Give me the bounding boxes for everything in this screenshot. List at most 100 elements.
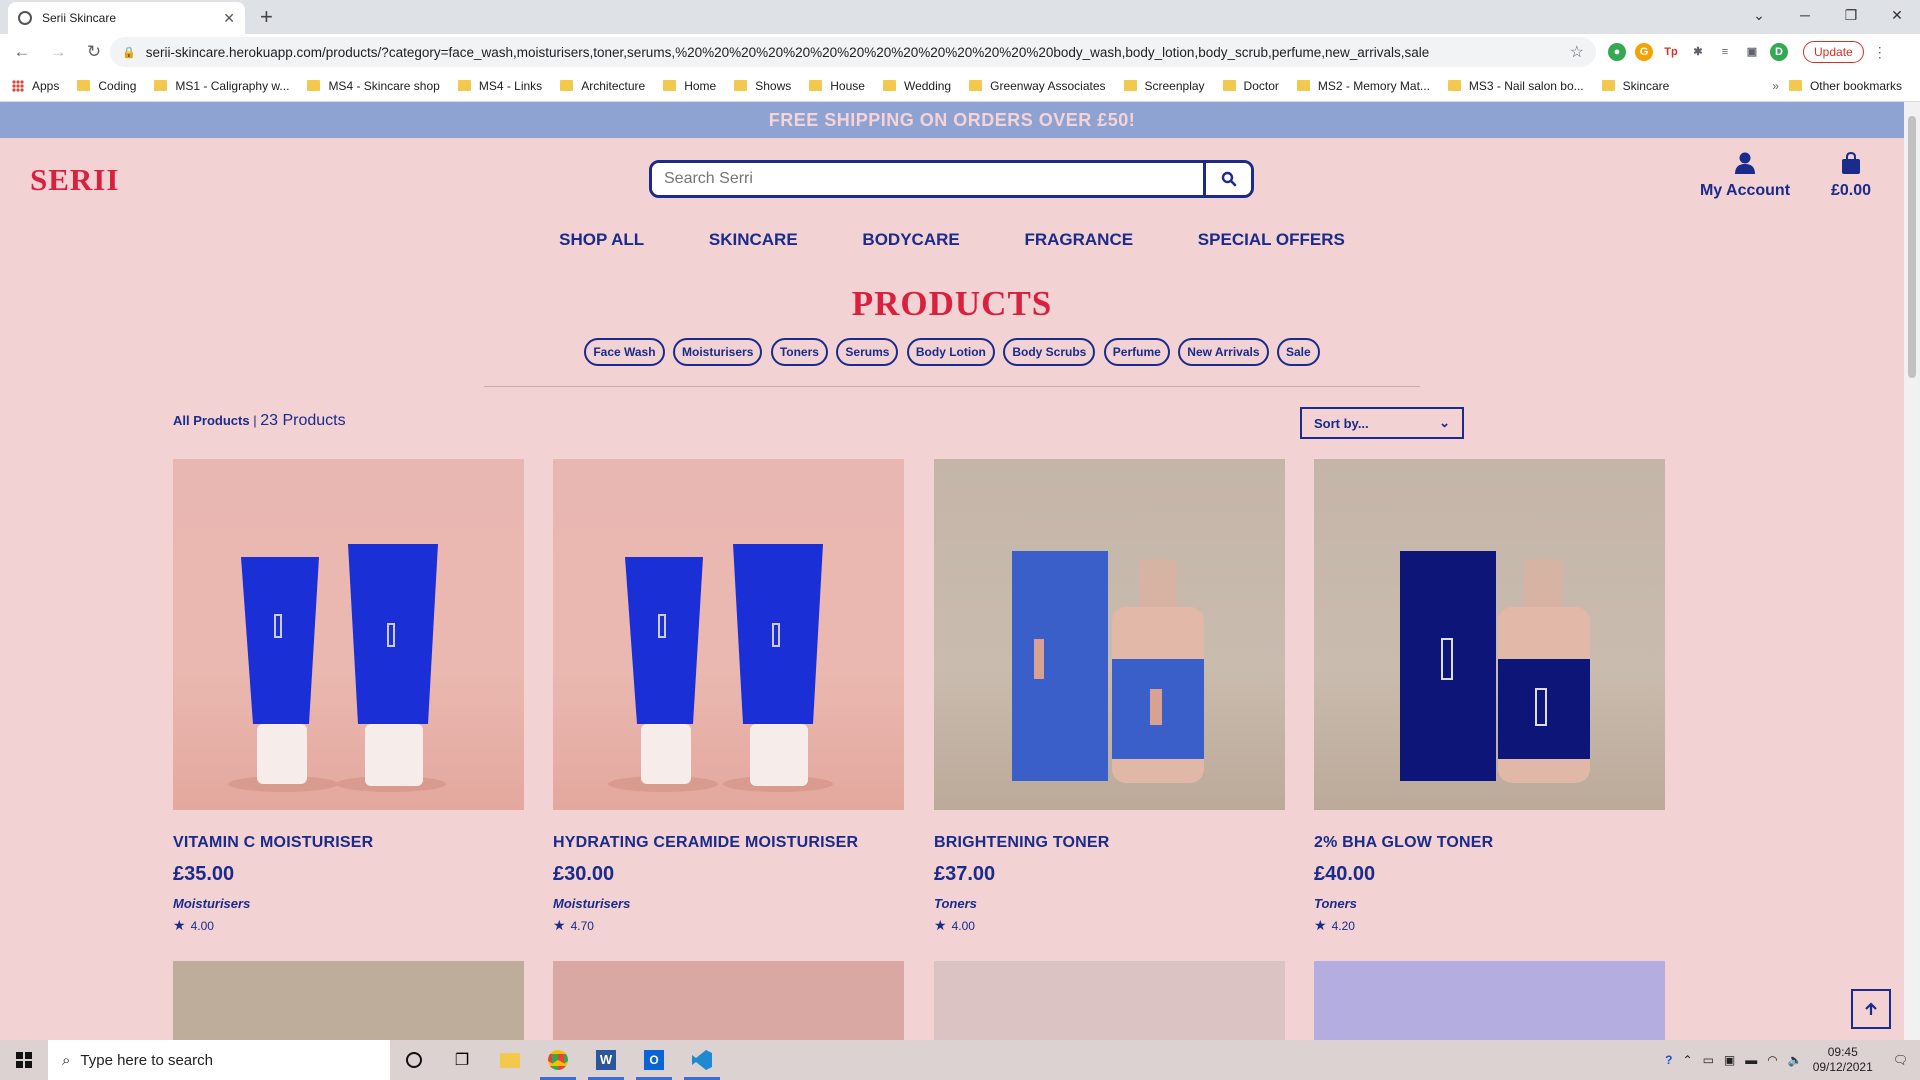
extension-orange-icon[interactable]: G [1635, 43, 1653, 61]
product-card[interactable] [173, 961, 524, 1040]
category-chip-perfume[interactable]: Perfume [1103, 338, 1170, 366]
taskbar-search[interactable]: ⌕ Type here to search [48, 1040, 390, 1080]
reload-button[interactable]: ↻ [80, 42, 108, 62]
page-scrollbar[interactable] [1904, 102, 1920, 1040]
category-chip-face-wash[interactable]: Face Wash [584, 338, 665, 366]
update-button[interactable]: Update [1803, 41, 1864, 63]
product-image[interactable] [173, 961, 524, 1040]
word-icon[interactable]: W [582, 1040, 630, 1080]
extensions-puzzle-icon[interactable]: ✱ [1689, 43, 1707, 61]
cortana-icon[interactable] [390, 1040, 438, 1080]
bookmark-item[interactable]: MS4 - Skincare shop [307, 79, 440, 93]
bookmark-item[interactable]: Doctor [1222, 79, 1279, 93]
search-input[interactable] [652, 163, 1203, 195]
all-products-link[interactable]: All Products [173, 413, 250, 428]
nav-skincare[interactable]: SKINCARE [709, 230, 798, 250]
product-card[interactable]: HYDRATING CERAMIDE MOISTURISER £30.00 Mo… [553, 459, 904, 934]
product-image[interactable] [934, 961, 1285, 1040]
bookmark-item[interactable]: MS1 - Caligraphy w... [154, 79, 289, 93]
product-category[interactable]: Moisturisers [553, 896, 904, 911]
back-button[interactable]: ← [8, 42, 36, 62]
product-card[interactable] [934, 961, 1285, 1040]
meet-icon[interactable]: ▭ [1703, 1053, 1714, 1067]
category-chip-toners[interactable]: Toners [770, 338, 828, 366]
file-explorer-icon[interactable] [486, 1040, 534, 1080]
chevron-up-icon[interactable]: ⌃ [1683, 1053, 1693, 1067]
new-tab-button[interactable]: + [260, 4, 273, 30]
site-logo[interactable]: SERII [30, 162, 119, 198]
product-name[interactable]: 2% BHA GLOW TONER [1314, 834, 1665, 852]
product-category[interactable]: Toners [934, 896, 1285, 911]
product-image[interactable] [173, 459, 524, 810]
category-chip-serums[interactable]: Serums [836, 338, 899, 366]
address-bar[interactable]: 🔒 serii-skincare.herokuapp.com/products/… [110, 37, 1596, 67]
shopping-bag-link[interactable]: £0.00 [1818, 151, 1884, 200]
minimize-button[interactable]: ─ [1782, 0, 1828, 34]
my-account-link[interactable]: My Account [1690, 152, 1800, 200]
extension-tp-icon[interactable]: Tp [1662, 43, 1680, 61]
bookmark-item[interactable]: Greenway Associates [969, 79, 1106, 93]
bookmark-apps[interactable]: Apps [12, 79, 59, 93]
bookmark-item[interactable]: Coding [77, 79, 136, 93]
chrome-icon[interactable] [534, 1040, 582, 1080]
other-bookmarks[interactable]: Other bookmarks [1788, 79, 1902, 93]
bookmark-item[interactable]: Shows [734, 79, 791, 93]
bookmark-star-icon[interactable]: ☆ [1570, 42, 1584, 62]
product-image[interactable] [1314, 459, 1665, 810]
product-card[interactable] [553, 961, 904, 1040]
back-to-top-button[interactable] [1851, 989, 1891, 1029]
clock[interactable]: 09:45 09/12/2021 [1813, 1045, 1873, 1075]
nav-fragrance[interactable]: FRAGRANCE [1024, 230, 1133, 250]
product-image[interactable] [553, 459, 904, 810]
reading-list-icon[interactable]: ≡ [1716, 43, 1734, 61]
outlook-icon[interactable]: O [630, 1040, 678, 1080]
category-chip-new-arrivals[interactable]: New Arrivals [1178, 338, 1269, 366]
product-image[interactable] [934, 459, 1285, 810]
bookmark-item[interactable]: MS4 - Links [457, 79, 542, 93]
scrollbar-thumb[interactable] [1908, 116, 1916, 378]
side-panel-icon[interactable]: ▣ [1743, 43, 1761, 61]
bookmark-item[interactable]: Screenplay [1123, 79, 1205, 93]
product-category[interactable]: Toners [1314, 896, 1665, 911]
category-chip-body-lotion[interactable]: Body Lotion [906, 338, 995, 366]
nav-shop-all[interactable]: SHOP ALL [559, 230, 644, 250]
bookmark-item[interactable]: Architecture [560, 79, 645, 93]
battery-icon[interactable]: ▬ [1745, 1053, 1757, 1067]
product-image[interactable] [553, 961, 904, 1040]
product-name[interactable]: HYDRATING CERAMIDE MOISTURISER [553, 834, 904, 852]
menu-kebab-icon[interactable]: ⋮ [1873, 44, 1887, 61]
nav-bodycare[interactable]: BODYCARE [862, 230, 959, 250]
product-name[interactable]: BRIGHTENING TONER [934, 834, 1285, 852]
bookmark-item[interactable]: Skincare [1601, 79, 1669, 93]
bookmark-item[interactable]: MS3 - Nail salon bo... [1447, 79, 1584, 93]
nav-special-offers[interactable]: SPECIAL OFFERS [1198, 230, 1345, 250]
forward-button[interactable]: → [44, 42, 72, 62]
category-chip-body-scrubs[interactable]: Body Scrubs [1003, 338, 1096, 366]
bookmarks-overflow-icon[interactable]: » [1772, 79, 1779, 93]
category-chip-sale[interactable]: Sale [1277, 338, 1320, 366]
search-button[interactable] [1203, 163, 1251, 195]
product-image[interactable] [1314, 961, 1665, 1040]
wifi-icon[interactable]: ◠ [1767, 1053, 1777, 1067]
bookmark-item[interactable]: Wedding [882, 79, 951, 93]
extension-green-icon[interactable]: ● [1608, 43, 1626, 61]
sort-select[interactable]: Sort by... ⌄ [1300, 407, 1464, 439]
category-chip-moisturisers[interactable]: Moisturisers [673, 338, 763, 366]
bookmark-item[interactable]: MS2 - Memory Mat... [1296, 79, 1430, 93]
tab-search-icon[interactable]: ⌄ [1736, 0, 1782, 34]
task-view-icon[interactable]: ❐ [438, 1040, 486, 1080]
bookmark-item[interactable]: House [809, 79, 865, 93]
notifications-icon[interactable]: 🗨 [1893, 1053, 1908, 1067]
product-card[interactable] [1314, 961, 1665, 1040]
profile-avatar[interactable]: D [1770, 43, 1788, 61]
vscode-icon[interactable] [678, 1040, 726, 1080]
product-name[interactable]: VITAMIN C MOISTURISER [173, 834, 524, 852]
browser-tab[interactable]: Serii Skincare ✕ [8, 2, 245, 34]
close-window-button[interactable]: ✕ [1874, 0, 1920, 34]
help-icon[interactable]: ? [1665, 1053, 1672, 1067]
volume-icon[interactable]: 🔈 [1788, 1053, 1803, 1067]
product-category[interactable]: Moisturisers [173, 896, 524, 911]
display-icon[interactable]: ▣ [1724, 1053, 1735, 1067]
bookmark-item[interactable]: Home [663, 79, 716, 93]
product-card[interactable]: 2% BHA GLOW TONER £40.00 Toners ★ 4.20 [1314, 459, 1665, 934]
